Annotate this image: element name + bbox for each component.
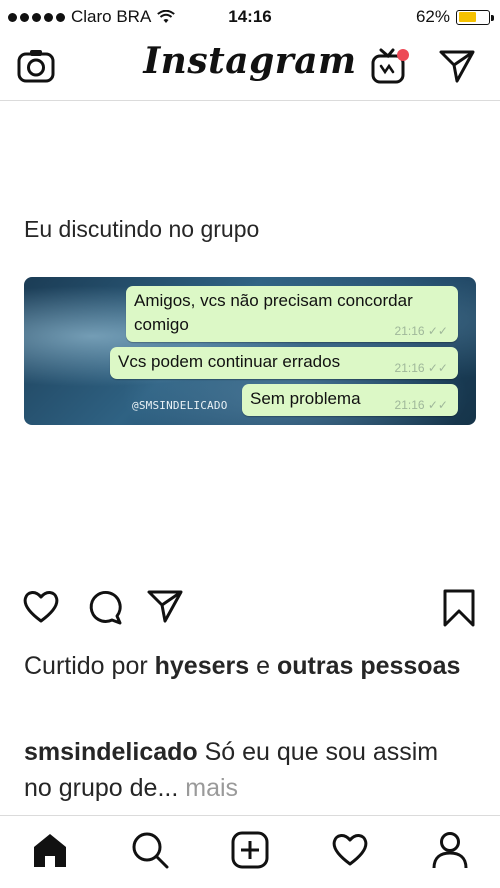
chat-bubble: Vcs podem continuar errados 21:16 ✓✓ — [110, 347, 458, 379]
battery-icon — [456, 9, 494, 25]
heart-icon[interactable] — [22, 588, 60, 629]
status-right: 62% — [415, 7, 494, 27]
chat-time: 21:16 ✓✓ — [394, 398, 448, 412]
status-bar: Claro BRA 14:16 62% — [0, 0, 500, 34]
app-header: Instagram — [0, 34, 500, 101]
bottom-nav — [0, 815, 500, 888]
chat-screenshot: Amigos, vcs não precisam concordar comig… — [24, 277, 476, 425]
author-username[interactable]: smsindelicado — [24, 738, 198, 766]
app-logo: Instagram — [143, 40, 357, 82]
add-post-icon[interactable] — [230, 830, 270, 875]
more-link[interactable]: mais — [185, 774, 238, 802]
bookmark-icon[interactable] — [442, 588, 476, 633]
battery-percent: 62% — [415, 7, 450, 26]
post-caption: smsindelicado Só eu que sou assim no gru… — [24, 734, 464, 806]
profile-icon[interactable] — [430, 830, 470, 875]
post-image[interactable]: Eu discutindo no grupo Amigos, vcs não p… — [0, 101, 500, 582]
likes-summary: Curtido por hyesers e outras pessoas — [24, 648, 464, 684]
others-link[interactable]: outras pessoas — [277, 652, 460, 680]
likes-prefix: Curtido por — [24, 652, 148, 680]
post-actions — [0, 588, 500, 634]
activity-heart-icon[interactable] — [330, 830, 370, 873]
igtv-icon[interactable] — [370, 46, 410, 91]
likes-connector: e — [256, 652, 271, 680]
watermark: @SMSINDELICADO — [132, 399, 228, 412]
chat-time: 21:16 ✓✓ — [394, 361, 448, 375]
search-icon[interactable] — [130, 830, 170, 875]
comment-icon[interactable] — [86, 588, 124, 631]
chat-time: 21:16 ✓✓ — [394, 324, 448, 338]
home-icon[interactable] — [30, 830, 70, 875]
share-icon[interactable] — [146, 588, 184, 629]
chat-bubble: Sem problema 21:16 ✓✓ — [242, 384, 458, 416]
chat-bubble: Amigos, vcs não precisam concordar comig… — [126, 286, 458, 342]
liker-username[interactable]: hyesers — [155, 652, 250, 680]
direct-send-icon[interactable] — [438, 48, 476, 89]
image-caption: Eu discutindo no grupo — [24, 216, 260, 242]
